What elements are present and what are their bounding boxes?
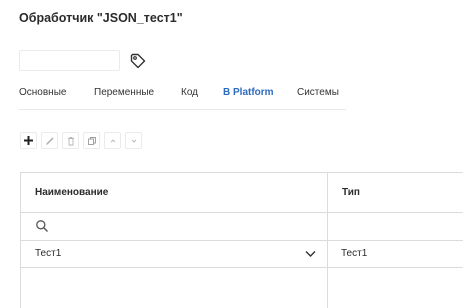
table-row[interactable]: Тест1 Тест1 — [21, 241, 463, 268]
tag-icon[interactable] — [129, 52, 147, 70]
arrow-up-icon — [110, 138, 115, 142]
page-title: Обработчик "JSON_тест1" — [19, 11, 183, 25]
tab-kod[interactable]: Код — [181, 86, 223, 110]
plus-icon — [24, 136, 33, 145]
column-header-name[interactable]: Наименование — [35, 187, 108, 198]
column-header-type[interactable]: Тип — [342, 187, 360, 198]
move-up-button[interactable] — [104, 132, 121, 149]
tab-sistemy[interactable]: Системы — [297, 86, 346, 110]
pencil-icon — [45, 136, 54, 145]
add-button[interactable] — [20, 132, 37, 149]
tab-bar: Основные Переменные Код B Platform Систе… — [19, 86, 346, 110]
tab-peremennye[interactable]: Переменные — [94, 86, 181, 110]
table-header-row: Наименование Тип — [21, 173, 463, 213]
trash-icon — [67, 136, 74, 145]
name-input[interactable] — [19, 50, 120, 71]
tab-b-platform[interactable]: B Platform — [223, 86, 297, 110]
edit-button[interactable] — [41, 132, 58, 149]
cell-type: Тест1 — [341, 248, 368, 259]
tab-osnovnye[interactable]: Основные — [19, 86, 94, 110]
data-grid: Наименование Тип Тест1 Тест1 — [20, 172, 463, 308]
chevron-down-icon[interactable] — [305, 250, 316, 258]
filter-row — [21, 213, 463, 241]
delete-button[interactable] — [62, 132, 79, 149]
copy-icon — [87, 136, 96, 145]
search-icon[interactable] — [35, 219, 49, 233]
move-down-button[interactable] — [125, 132, 142, 149]
cell-name: Тест1 — [35, 248, 62, 259]
arrow-down-icon — [131, 139, 136, 143]
toolbar — [20, 132, 142, 149]
copy-button[interactable] — [83, 132, 100, 149]
